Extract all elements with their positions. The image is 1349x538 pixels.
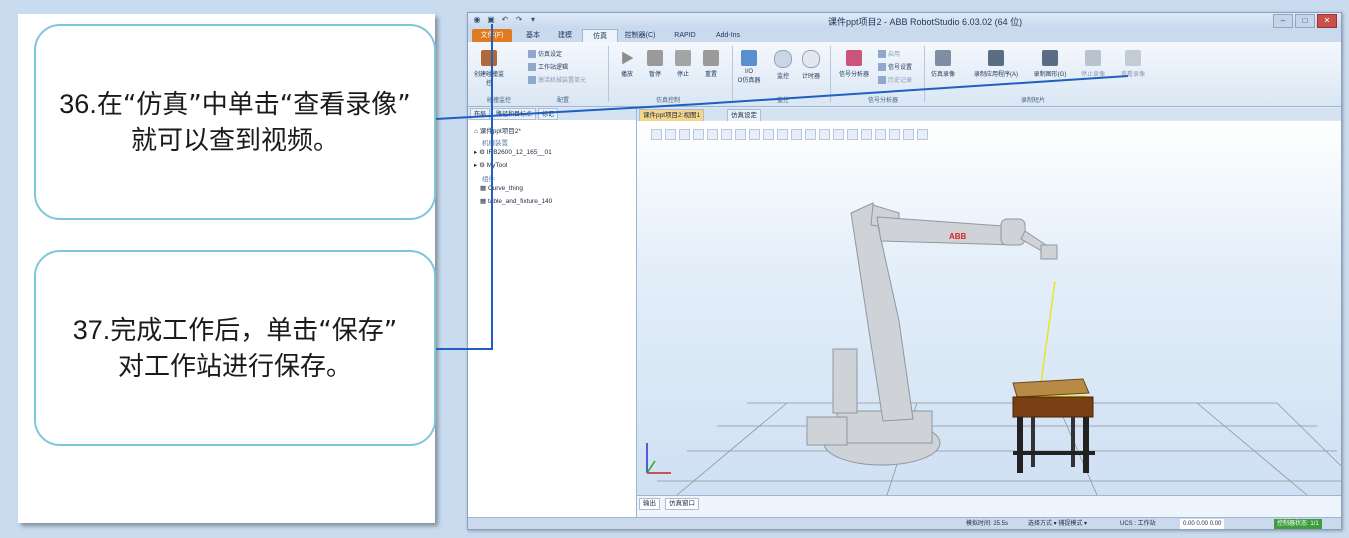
leader-line-37: [436, 24, 493, 350]
leader-line-36: [435, 75, 1129, 120]
leader-lines: [435, 24, 1129, 350]
